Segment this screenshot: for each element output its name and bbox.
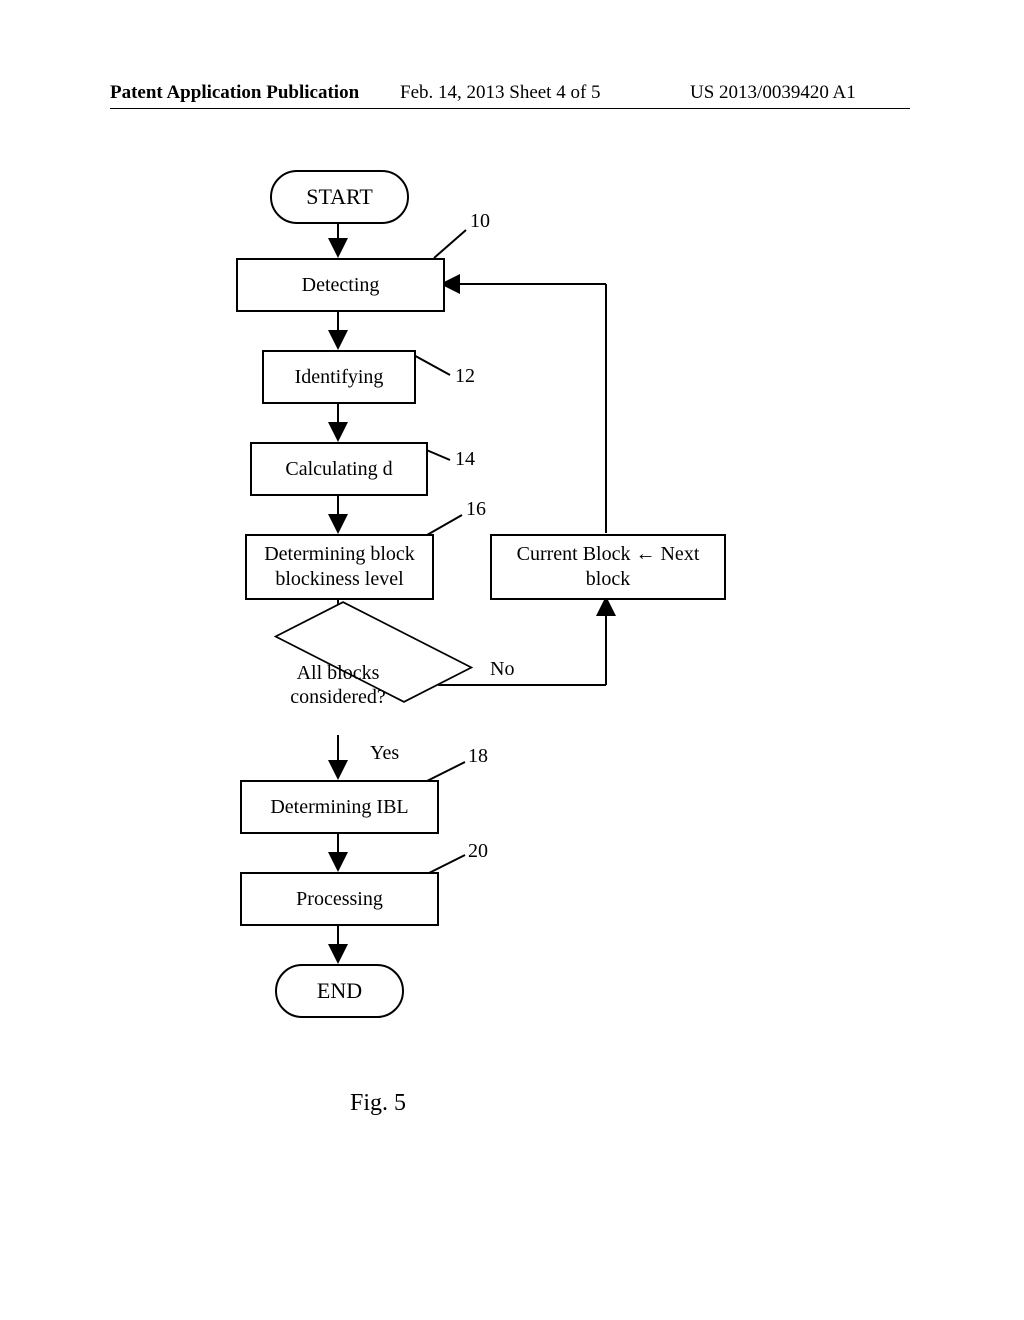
header-left-text: Patent Application Publication [110,82,359,104]
determining-block-process: Determining block blockiness level [245,534,434,600]
ref-10: 10 [470,210,490,233]
detecting-label: Detecting [302,273,380,298]
ref-18: 18 [468,745,488,768]
all-blocks-decision: All blocks considered? [238,635,438,735]
processing-process: Processing [240,872,439,926]
determining-ibl-label: Determining IBL [270,795,408,820]
next-block-process: Current Block ← Next block [490,534,726,600]
ref-12: 12 [455,365,475,388]
ref-16: 16 [466,498,486,521]
yes-label: Yes [370,742,399,765]
figure-label: Fig. 5 [350,1090,406,1117]
determining-ibl-process: Determining IBL [240,780,439,834]
start-label: START [306,184,373,210]
calculating-process: Calculating d [250,442,428,496]
header-center-text: Feb. 14, 2013 Sheet 4 of 5 [400,82,601,104]
next-block-label: Current Block ← Next block [492,542,724,592]
decision-text: All blocks considered? [290,661,386,709]
ref-14: 14 [455,448,475,471]
identifying-label: Identifying [295,365,384,390]
detecting-process: Detecting [236,258,445,312]
ref-20: 20 [468,840,488,863]
start-terminal: START [270,170,409,224]
identifying-process: Identifying [262,350,416,404]
header-rule [110,108,910,109]
flowchart-canvas: START Detecting 10 Identifying 12 Calcul… [0,150,1024,1150]
no-label: No [490,658,514,681]
calculating-label: Calculating d [285,457,392,482]
flowchart-arrows [0,150,1024,1150]
end-terminal: END [275,964,404,1018]
end-label: END [317,978,362,1004]
header-right-text: US 2013/0039420 A1 [690,82,856,104]
determining-block-label: Determining block blockiness level [264,542,415,592]
processing-label: Processing [296,887,383,912]
